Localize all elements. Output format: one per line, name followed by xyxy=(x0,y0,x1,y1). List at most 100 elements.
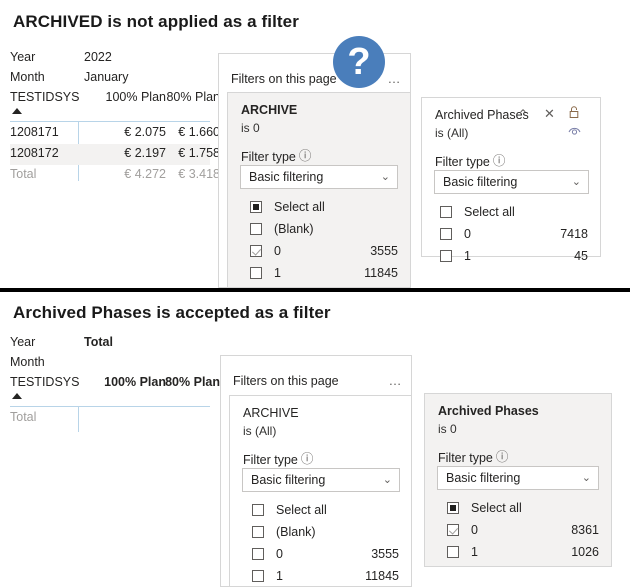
chevron-down-icon[interactable]: ⌄ xyxy=(383,473,392,488)
eye-icon[interactable] xyxy=(568,125,581,139)
checkbox-icon[interactable] xyxy=(252,548,264,560)
list-item[interactable]: 0 7418 xyxy=(422,224,600,246)
chevron-down-icon[interactable]: ⌄ xyxy=(582,471,591,486)
help-badge-label: ? xyxy=(347,41,371,83)
checkbox-icon[interactable] xyxy=(440,206,452,218)
help-badge-icon: ? xyxy=(333,36,385,88)
checkbox-icon[interactable] xyxy=(447,502,459,514)
filter-card-title: Archived Phases xyxy=(435,108,529,122)
filter-card-title: Archived Phases xyxy=(438,404,539,418)
more-options-icon[interactable]: … xyxy=(389,374,404,387)
list-item[interactable]: 0 8361 xyxy=(425,520,611,542)
filter-card-archived-phases-top[interactable]: Archived Phases is (All) ⌃ ✕ Filter type… xyxy=(421,97,601,263)
list-item[interactable]: 0 3555 xyxy=(228,241,410,263)
option-label: 0 xyxy=(471,523,478,537)
checkbox-icon[interactable] xyxy=(252,570,264,582)
checkbox-icon[interactable] xyxy=(250,223,262,235)
matrix-col-100-plan[interactable]: 100% Plan xyxy=(84,90,166,104)
option-label: 1 xyxy=(274,266,281,280)
option-count: 7418 xyxy=(560,227,588,241)
list-item[interactable]: Select all xyxy=(422,202,600,224)
filter-type-value: Basic filtering xyxy=(443,175,518,189)
option-count: 3555 xyxy=(370,244,398,258)
total-100-plan: € 4.272 xyxy=(124,167,166,181)
filters-pane-title: Filters on this page xyxy=(231,72,337,86)
matrix-col-80-plan[interactable]: 80% Plan xyxy=(158,375,220,389)
filter-type-dropdown[interactable]: Basic filtering ⌄ xyxy=(437,466,599,490)
option-label: Select all xyxy=(276,503,327,517)
matrix-label-month: Month xyxy=(10,355,45,369)
filter-card-subtitle: is (All) xyxy=(243,424,277,438)
total-label: Total xyxy=(10,410,37,424)
checkbox-icon[interactable] xyxy=(447,524,459,536)
filter-type-dropdown[interactable]: Basic filtering ⌄ xyxy=(434,170,589,194)
sort-ascending-icon[interactable] xyxy=(12,108,22,114)
filter-option-list: Select all (Blank) 0 3555 1 11845 xyxy=(228,197,410,285)
filter-type-dropdown[interactable]: Basic filtering ⌄ xyxy=(242,468,400,492)
lock-icon[interactable] xyxy=(568,106,580,122)
checkbox-icon[interactable] xyxy=(250,201,262,213)
chevron-down-icon[interactable]: ⌄ xyxy=(572,175,581,190)
option-label: (Blank) xyxy=(276,525,316,539)
list-item[interactable]: (Blank) xyxy=(230,522,411,544)
option-label: 0 xyxy=(274,244,281,258)
row-100-plan: € 2.197 xyxy=(124,146,166,160)
checkbox-icon[interactable] xyxy=(447,546,459,558)
matrix-table-top: Year 2022 Month January TESTIDSYS 100% P… xyxy=(10,50,220,186)
filter-type-label: Filter type ⓘ xyxy=(438,446,508,465)
info-icon[interactable]: ⓘ xyxy=(493,150,506,169)
list-item[interactable]: 0 3555 xyxy=(230,544,411,566)
info-icon[interactable]: ⓘ xyxy=(299,145,312,164)
page-title-bottom: Archived Phases is accepted as a filter xyxy=(13,303,331,322)
table-total-row: Total xyxy=(10,408,210,429)
list-item[interactable]: Select all xyxy=(230,500,411,522)
list-item[interactable]: Select all xyxy=(228,197,410,219)
option-count: 3555 xyxy=(371,547,399,561)
list-item[interactable]: Select all xyxy=(425,498,611,520)
list-item[interactable]: 1 45 xyxy=(422,246,600,268)
checkbox-icon[interactable] xyxy=(440,250,452,262)
list-item[interactable]: 1 11845 xyxy=(228,263,410,285)
more-options-icon[interactable]: … xyxy=(388,72,403,85)
matrix-value-month: January xyxy=(84,70,129,84)
option-label: 0 xyxy=(464,227,471,241)
option-label: Select all xyxy=(274,200,325,214)
chevron-up-icon[interactable]: ⌃ xyxy=(518,108,528,120)
matrix-col-100-plan[interactable]: 100% Plan xyxy=(84,375,166,389)
info-icon[interactable]: ⓘ xyxy=(301,448,314,467)
list-item[interactable]: 1 11845 xyxy=(230,566,411,588)
option-label: 1 xyxy=(464,249,471,263)
checkbox-icon[interactable] xyxy=(250,267,262,279)
filter-type-value: Basic filtering xyxy=(251,473,326,487)
close-icon[interactable]: ✕ xyxy=(544,107,555,120)
section-divider xyxy=(0,288,630,292)
option-count: 11845 xyxy=(365,569,399,583)
matrix-table-bottom: Year Total Month TESTIDSYS 100% Plan 80%… xyxy=(10,335,220,432)
info-icon[interactable]: ⓘ xyxy=(496,446,509,465)
option-label: 0 xyxy=(276,547,283,561)
filter-card-archive-bottom[interactable]: ARCHIVE is (All) Filter type ⓘ Basic filt… xyxy=(229,395,412,587)
filter-type-dropdown[interactable]: Basic filtering ⌄ xyxy=(240,165,398,189)
filter-card-archive-top[interactable]: ARCHIVE is 0 Filter type ⓘ Basic filterin… xyxy=(227,92,411,288)
sort-ascending-icon[interactable] xyxy=(12,393,22,399)
list-item[interactable]: 1 1026 xyxy=(425,542,611,564)
chevron-down-icon[interactable]: ⌄ xyxy=(381,170,390,185)
checkbox-icon[interactable] xyxy=(252,504,264,516)
option-label: (Blank) xyxy=(274,222,314,236)
filter-type-text: Filter type xyxy=(243,453,298,467)
filter-type-value: Basic filtering xyxy=(446,471,521,485)
filter-card-archived-phases-bottom[interactable]: Archived Phases is 0 Filter type ⓘ Basic … xyxy=(424,393,612,567)
option-label: Select all xyxy=(464,205,515,219)
section-archived-not-applied: ARCHIVED is not applied as a filter Year… xyxy=(0,0,630,288)
checkbox-icon[interactable] xyxy=(250,245,262,257)
table-row[interactable]: 1208172 € 2.197 € 1.758 xyxy=(10,144,220,165)
row-80-plan: € 1.660 xyxy=(178,125,220,139)
checkbox-icon[interactable] xyxy=(440,228,452,240)
row-80-plan: € 1.758 xyxy=(178,146,220,160)
page-title-top: ARCHIVED is not applied as a filter xyxy=(13,12,299,31)
checkbox-icon[interactable] xyxy=(252,526,264,538)
matrix-col-80-plan[interactable]: 80% Plan xyxy=(158,90,220,104)
filter-type-label: Filter type ⓘ xyxy=(241,145,311,164)
table-row[interactable]: 1208171 € 2.075 € 1.660 xyxy=(10,123,220,144)
list-item[interactable]: (Blank) xyxy=(228,219,410,241)
